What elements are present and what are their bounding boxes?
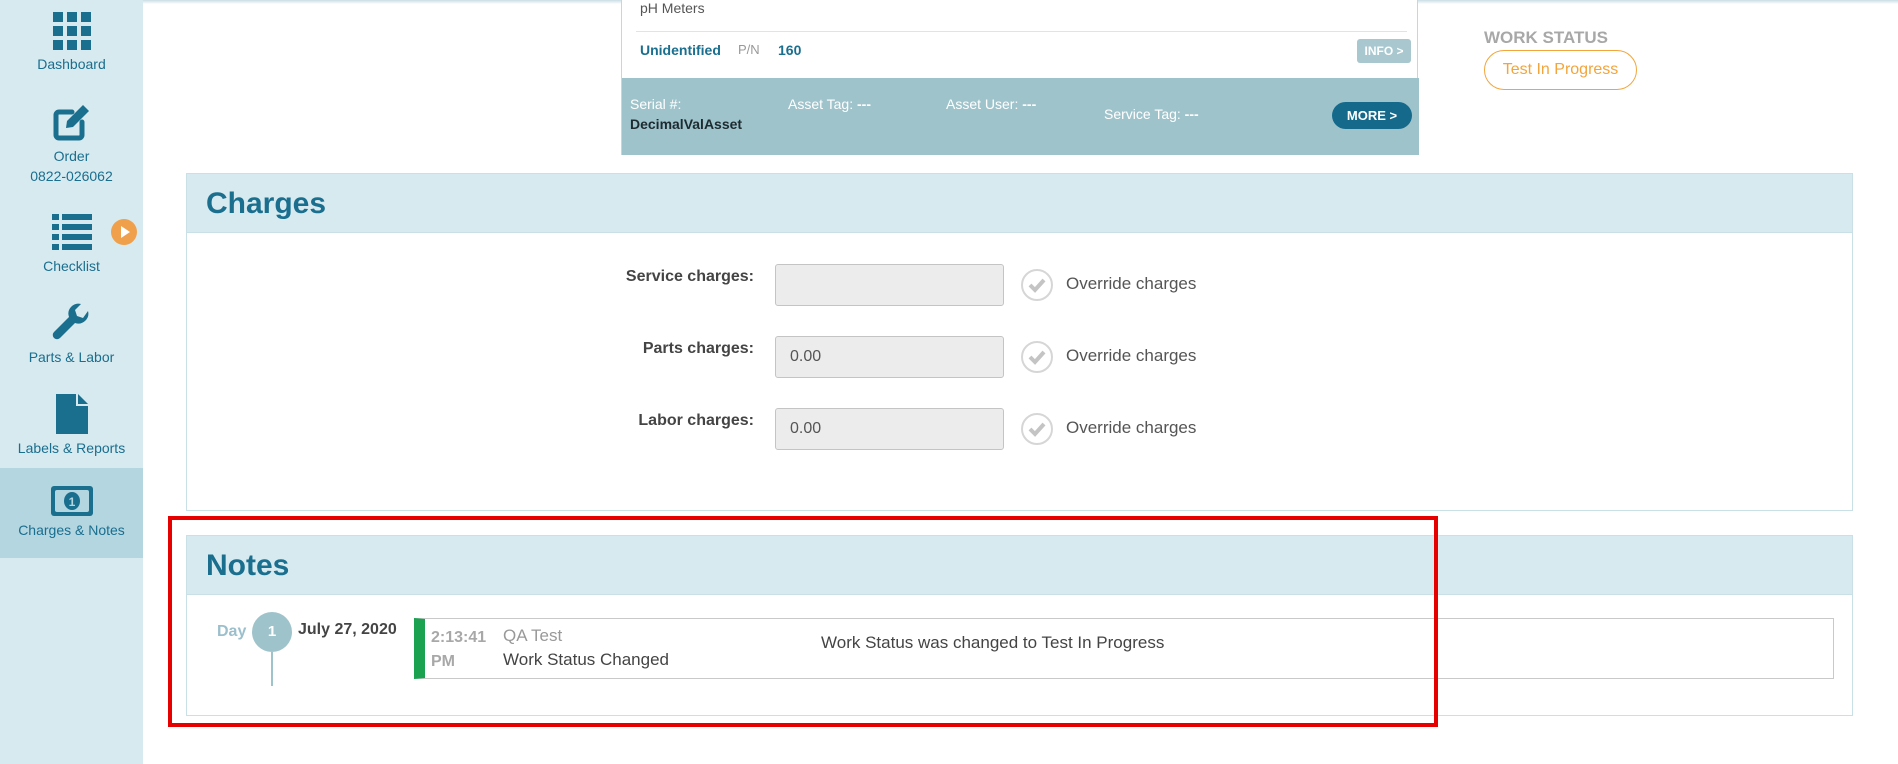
note-date: July 27, 2020 [298, 621, 397, 638]
divider [636, 31, 1407, 32]
service-charges-input[interactable] [775, 264, 1004, 306]
pn-label: P/N [738, 42, 760, 57]
sidebar-item-dashboard[interactable]: Dashboard [0, 12, 143, 80]
asset-details-bar: Serial #: DecimalValAsset Asset Tag: ---… [622, 78, 1419, 155]
override-check-icon[interactable] [1021, 341, 1053, 373]
asset-user-label: Asset User: [946, 96, 1019, 112]
day-label: Day [217, 623, 247, 640]
asset-tag-field: Asset Tag: --- [788, 96, 871, 112]
check-icon [1028, 422, 1046, 437]
asset-tag-value: --- [857, 96, 872, 112]
override-label: Override charges [1066, 418, 1197, 437]
note-time-ampm: PM [431, 653, 455, 670]
notes-title: Notes [187, 536, 1852, 595]
sidebar-item-label: Dashboard [37, 56, 106, 72]
service-charges-row: Service charges: Override charges [187, 264, 1852, 306]
asset-id: Unidentified [640, 42, 721, 58]
asset-type: pH Meters [640, 0, 705, 16]
service-tag-label: Service Tag: [1104, 106, 1181, 122]
charges-title: Charges [187, 174, 1852, 233]
work-status-badge[interactable]: Test In Progress [1484, 50, 1637, 90]
notes-timeline: Day 1 July 27, 2020 2:13:41 PM QA Test W… [187, 595, 1852, 715]
service-charges-label: Service charges: [625, 268, 754, 285]
info-button[interactable]: INFO > [1357, 39, 1411, 63]
parts-charges-input[interactable]: 0.00 [775, 336, 1004, 378]
asset-user-value: --- [1022, 96, 1037, 112]
note-entry[interactable]: 2:13:41 PM QA Test Work Status Changed W… [414, 618, 1834, 679]
sidebar-item-charges-notes[interactable]: 1 Charges & Notes [0, 468, 143, 558]
sidebar-item-label: Charges & Notes [18, 522, 125, 538]
svg-text:1: 1 [68, 495, 75, 509]
labor-charges-input[interactable]: 0.00 [775, 408, 1004, 450]
timeline-line [271, 652, 273, 686]
parts-charges-row: Parts charges: 0.00 Override charges [187, 336, 1852, 378]
list-icon [51, 214, 92, 250]
more-button[interactable]: MORE > [1332, 102, 1412, 129]
note-type: Work Status Changed [503, 650, 669, 669]
override-label: Override charges [1066, 346, 1197, 365]
wrench-icon [52, 303, 88, 340]
asset-card: pH Meters Unidentified P/N 160 INFO > Se… [621, 0, 1419, 155]
override-check-icon[interactable] [1021, 269, 1053, 301]
sidebar-item-labels-reports[interactable]: Labels & Reports [0, 394, 143, 462]
labor-charges-row: Labor charges: 0.00 Override charges [187, 408, 1852, 450]
override-label: Override charges [1066, 274, 1197, 293]
play-icon[interactable] [111, 219, 137, 245]
document-icon [55, 394, 88, 434]
sidebar-item-label: Order [53, 148, 90, 164]
note-time-value: 2:13:41 [431, 629, 487, 646]
work-status-title: WORK STATUS [1484, 28, 1609, 47]
serial-label: Serial #: [630, 96, 682, 112]
sidebar-item-label: Labels & Reports [17, 440, 126, 456]
grid-icon [52, 12, 91, 50]
sidebar-item-parts-labor[interactable]: Parts & Labor [0, 303, 143, 371]
note-time: 2:13:41 PM [431, 626, 486, 674]
note-text: Work Status was changed to Test In Progr… [821, 633, 1165, 652]
sidebar: Dashboard Order 0822-026062 Checklist Pa… [0, 0, 143, 764]
order-number: 0822-026062 [30, 168, 113, 184]
check-icon [1028, 350, 1046, 365]
notes-panel: Notes Day 1 July 27, 2020 2:13:41 PM QA … [186, 535, 1853, 716]
override-check-icon[interactable] [1021, 413, 1053, 445]
charges-panel: Charges Service charges: Override charge… [186, 173, 1853, 511]
edit-icon [53, 105, 89, 141]
service-tag-field: Service Tag: --- [1104, 106, 1199, 122]
check-icon [1028, 278, 1046, 293]
service-tag-value: --- [1184, 106, 1199, 122]
sidebar-item-label: Parts & Labor [28, 349, 115, 365]
asset-user-field: Asset User: --- [946, 96, 1036, 112]
labor-charges-label: Labor charges: [638, 412, 754, 429]
pn-value: 160 [778, 42, 802, 58]
serial-value: DecimalValAsset [630, 116, 743, 132]
sidebar-item-order[interactable]: Order 0822-026062 [0, 102, 143, 186]
money-icon: 1 [50, 486, 93, 516]
note-user: QA Test [503, 626, 563, 645]
sidebar-item-label: Checklist [43, 258, 100, 274]
parts-charges-label: Parts charges: [642, 340, 754, 357]
asset-tag-label: Asset Tag: [788, 96, 854, 112]
day-number-badge: 1 [252, 612, 292, 652]
